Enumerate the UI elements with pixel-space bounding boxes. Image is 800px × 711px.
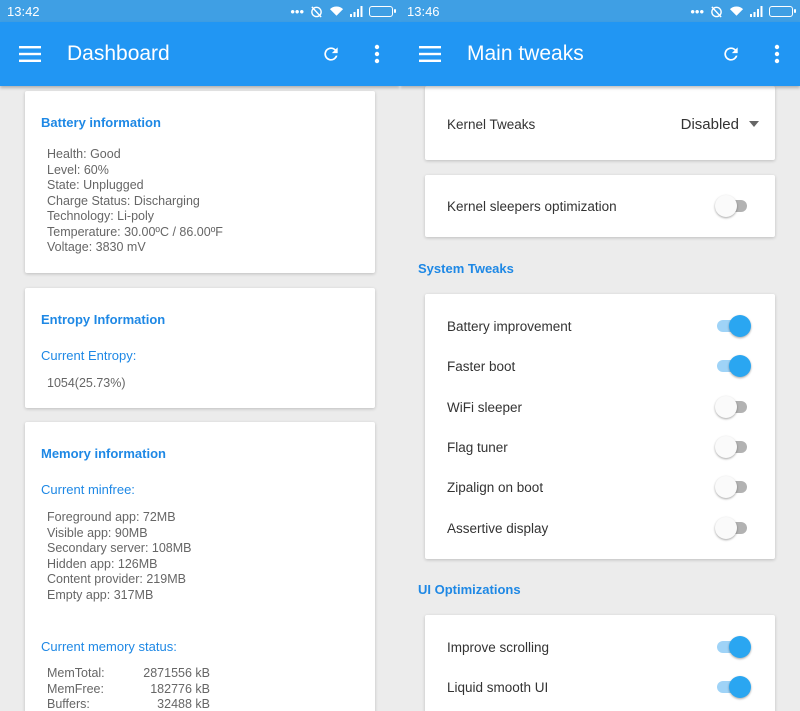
app-bar: Dashboard [0,22,400,86]
main-tweaks-screen: 13:46 ••• Main tweaks Kernel Tweaks Disa… [400,0,800,711]
wifi-icon [729,5,744,17]
battery-improvement-switch[interactable] [715,314,751,338]
kernel-sleepers-row[interactable]: Kernel sleepers optimization [425,186,775,226]
tweaks-content[interactable]: Kernel Tweaks Disabled Kernel sleepers o… [400,86,800,711]
ui-tweak-row[interactable]: Liquid smooth UI [425,667,775,707]
minfree-line: Secondary server: 108MB [47,541,192,555]
app-bar: Main tweaks [400,22,800,86]
refresh-icon[interactable] [308,22,354,86]
status-bar: 13:46 ••• [400,0,800,22]
hamburger-menu-icon[interactable] [400,22,460,86]
memory-status-row: MemTotal: 2871556 kB [47,666,210,682]
hamburger-menu-icon[interactable] [0,22,60,86]
battery-card-title: Battery information [41,115,161,130]
battery-info-line: Health: Good [47,147,121,161]
minfree-line: Visible app: 90MB [47,525,148,540]
entropy-subtitle: Current Entropy: [41,348,137,363]
battery-info-line: Temperature: 30.00ºC / 86.00ºF [47,224,223,239]
system-tweaks-card: Battery improvement Faster boot WiFi sle… [425,294,775,559]
dashboard-content[interactable]: Battery information Health: Good Level: … [0,86,400,711]
wifi-sleeper-switch[interactable] [715,395,749,419]
system-tweaks-heading: System Tweaks [418,261,514,276]
battery-info-list: Health: Good Level: 60% State: Unplugged… [47,147,223,256]
more-vert-icon[interactable] [754,22,800,86]
status-time: 13:42 [7,3,40,19]
minfree-line: Foreground app: 72MB [47,510,176,524]
entropy-value: 1054(25.73%) [47,376,126,390]
improve-scrolling-switch[interactable] [715,635,751,659]
entropy-card-title: Entropy Information [41,312,166,327]
kernel-tweaks-value: Disabled [680,115,739,133]
memory-status-value: 2871556 kB [143,666,210,680]
memory-status-key: Buffers: [47,697,90,711]
battery-info-line: Charge Status: Discharging [47,193,200,208]
memory-card-title: Memory information [41,446,166,461]
status-time: 13:46 [407,3,440,19]
alarm-off-icon [310,5,323,18]
flag-tuner-switch[interactable] [715,435,749,459]
refresh-icon[interactable] [708,22,754,86]
system-tweak-row[interactable]: WiFi sleeper [425,387,775,427]
more-vert-icon[interactable] [354,22,400,86]
system-tweak-row[interactable]: Assertive display [425,508,775,548]
minfree-line: Empty app: 317MB [47,587,154,602]
memory-status-value: 32488 kB [157,697,210,711]
notification-dots-icon: ••• [690,3,704,19]
battery-card: Battery information Health: Good Level: … [25,91,375,273]
zipalign-switch[interactable] [715,475,749,499]
minfree-subtitle: Current minfree: [41,482,135,497]
kernel-tweaks-row[interactable]: Kernel Tweaks Disabled [425,104,775,144]
ui-optimizations-card: Improve scrolling Liquid smooth UI [425,615,775,711]
battery-icon [769,5,796,17]
memory-status-subtitle: Current memory status: [41,639,177,654]
dropdown-arrow-icon [749,121,759,127]
page-title: Dashboard [67,42,170,65]
status-bar: 13:42 ••• [0,0,400,22]
faster-boot-switch[interactable] [715,354,751,378]
memory-status-list: MemTotal: 2871556 kB MemFree: 182776 kB … [47,666,210,711]
battery-info-line: Technology: Li-poly [47,209,155,223]
kernel-tweaks-card: Kernel Tweaks Disabled [425,86,775,160]
system-tweak-row[interactable]: Battery improvement [425,306,775,346]
liquid-smooth-switch[interactable] [715,675,751,699]
memory-status-row: Buffers: 32488 kB [47,697,210,711]
system-tweak-row[interactable]: Zipalign on boot [425,467,775,507]
system-tweak-row[interactable]: Flag tuner [425,427,775,467]
battery-icon [369,5,396,17]
ui-tweak-row[interactable]: Improve scrolling [425,627,775,667]
memory-status-value: 182776 kB [150,681,210,696]
memory-status-key: MemFree: [47,681,104,696]
minfree-list: Foreground app: 72MB Visible app: 90MB S… [47,510,192,603]
memory-card: Memory information Current minfree: Fore… [25,422,375,711]
signal-icon [750,5,763,17]
kernel-sleepers-switch[interactable] [715,194,749,218]
memory-status-row: MemFree: 182776 kB [47,682,210,698]
battery-info-line: State: Unplugged [47,178,144,192]
signal-icon [350,5,363,17]
minfree-line: Content provider: 219MB [47,572,186,586]
notification-dots-icon: ••• [290,3,304,19]
entropy-card: Entropy Information Current Entropy: 105… [25,288,375,408]
kernel-tweaks-dropdown[interactable]: Disabled [681,116,759,133]
battery-info-line: Voltage: 3830 mV [47,240,146,254]
page-title: Main tweaks [467,42,584,65]
battery-info-line: Level: 60% [47,162,109,177]
ui-optimizations-heading: UI Optimizations [418,582,521,597]
alarm-off-icon [710,5,723,18]
wifi-icon [329,5,344,17]
kernel-sleepers-card: Kernel sleepers optimization [425,175,775,237]
memory-status-key: MemTotal: [47,666,105,680]
dashboard-screen: 13:42 ••• Dashboard Battery information … [0,0,400,711]
assertive-display-switch[interactable] [715,516,749,540]
minfree-line: Hidden app: 126MB [47,556,158,571]
system-tweak-row[interactable]: Faster boot [425,346,775,386]
